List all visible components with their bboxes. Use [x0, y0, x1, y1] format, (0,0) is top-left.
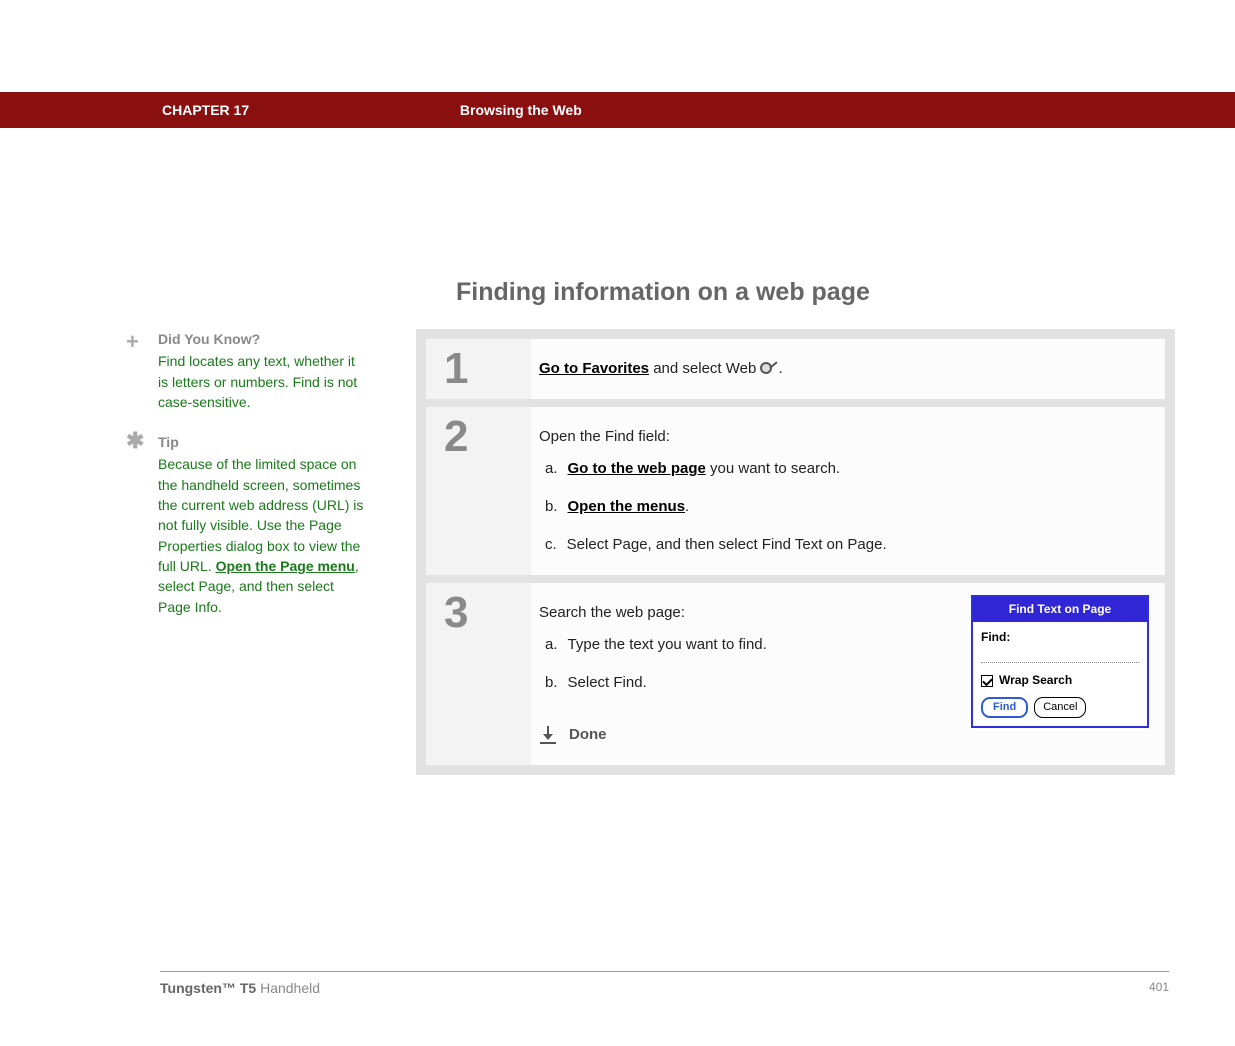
did-you-know: + Did You Know? Find locates any text, w… [126, 329, 366, 412]
step-number: 1 [426, 339, 531, 399]
substep: a. Type the text you want to find. [545, 633, 957, 657]
open-page-menu-link[interactable]: Open the Page menu [216, 558, 355, 574]
find-dialog: Find Text on Page Find: Wrap Search Find… [971, 595, 1149, 728]
substep: b. Open the menus. [545, 495, 1149, 519]
product-name: Tungsten™ T5 Handheld [160, 980, 320, 996]
done-indicator: Done [539, 723, 957, 747]
dialog-title: Find Text on Page [973, 597, 1147, 622]
substep: c. Select Page, and then select Find Tex… [545, 533, 1149, 557]
step-1: 1 Go to Favorites and select Web . [426, 339, 1165, 399]
steps-container: 1 Go to Favorites and select Web . 2 Ope… [416, 329, 1175, 775]
page-footer: Tungsten™ T5 Handheld 401 [160, 971, 1169, 996]
tip-head: Tip [158, 432, 366, 452]
section-title: Finding information on a web page [456, 278, 1175, 307]
find-label: Find: [981, 628, 1139, 647]
checkbox-icon [981, 675, 993, 687]
done-label: Done [569, 723, 607, 747]
dyk-head: Did You Know? [158, 329, 366, 349]
sidebar: + Did You Know? Find locates any text, w… [126, 329, 366, 775]
cancel-button[interactable]: Cancel [1034, 697, 1086, 719]
page-number: 401 [1149, 980, 1169, 996]
chapter-header: CHAPTER 17 Browsing the Web [0, 92, 1235, 128]
step-3-intro: Search the web page: [539, 601, 957, 625]
substep: b. Select Find. [545, 671, 957, 695]
plus-icon: + [126, 331, 148, 414]
done-icon [539, 726, 557, 744]
step-1-text: Go to Favorites and select Web . [539, 357, 1149, 381]
wrap-search-checkbox[interactable]: Wrap Search [981, 671, 1139, 690]
dyk-body: Find locates any text, whether it is let… [158, 351, 366, 412]
step-number: 2 [426, 407, 531, 575]
asterisk-icon: ✱ [126, 430, 148, 615]
go-to-favorites-link[interactable]: Go to Favorites [539, 360, 649, 377]
go-to-web-page-link[interactable]: Go to the web page [568, 460, 706, 477]
step-3: 3 Search the web page: a. Type the text … [426, 583, 1165, 765]
tip-body: Because of the limited space on the hand… [158, 454, 366, 616]
find-button[interactable]: Find [981, 697, 1028, 719]
open-menus-link[interactable]: Open the menus [568, 498, 686, 515]
web-icon [760, 362, 778, 376]
chapter-label: CHAPTER 17 [162, 92, 456, 128]
step-number: 3 [426, 583, 531, 765]
step-2-intro: Open the Find field: [539, 425, 1149, 449]
tip: ✱ Tip Because of the limited space on th… [126, 432, 366, 617]
find-input[interactable] [981, 649, 1139, 663]
chapter-title: Browsing the Web [460, 92, 582, 128]
step-2: 2 Open the Find field: a. Go to the web … [426, 407, 1165, 575]
substep: a. Go to the web page you want to search… [545, 457, 1149, 481]
